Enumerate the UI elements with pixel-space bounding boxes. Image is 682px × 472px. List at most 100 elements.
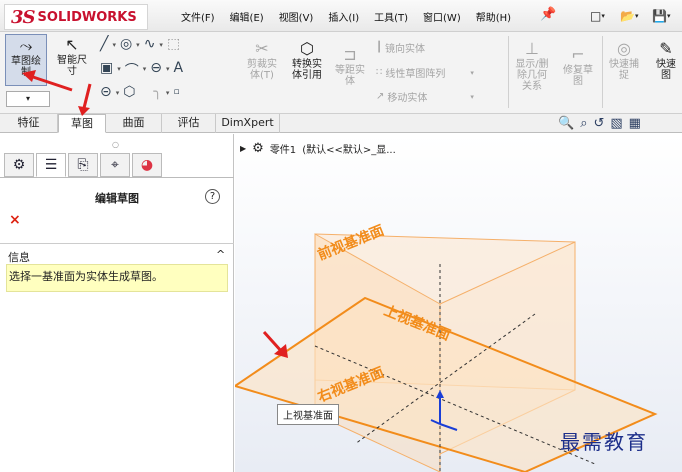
panel-grip-icon[interactable]: ○ [112, 140, 119, 149]
section-view-icon[interactable]: ▧ [610, 116, 622, 131]
close-icon[interactable]: × [9, 212, 21, 228]
logo-text: SOLIDWORKS [37, 9, 137, 25]
annotation-arrow-tab [78, 83, 92, 116]
ellipse-icon[interactable]: ⊖ [150, 60, 162, 80]
solidworks-logo[interactable]: 3S SOLIDWORKS [4, 4, 148, 30]
tab-evaluate[interactable]: 评估 [162, 114, 216, 133]
menu-insert[interactable]: 插入(I) [323, 9, 364, 24]
dimxpert-manager-tab[interactable]: ⌖ [100, 153, 130, 177]
point-icon[interactable]: ▫ [173, 87, 179, 100]
repair-label: 修复草 图 [563, 65, 593, 87]
plane-tooltip: 上视基准面 [277, 404, 339, 425]
move-entities-button[interactable]: ↗ 移动实体 ▾ [376, 89, 474, 104]
mirror-label: 镜向实体 [385, 44, 426, 55]
quick-view-label: 快速 图 [656, 59, 676, 81]
tab-dimxpert[interactable]: DimXpert [216, 114, 280, 133]
menu-tools[interactable]: 工具(T) [369, 9, 413, 24]
configuration-manager-tab[interactable]: ⎘ [68, 153, 98, 177]
trim-entities-button[interactable]: ✂ 剪裁实 体(T) [244, 40, 280, 82]
text-icon[interactable]: A [174, 60, 184, 80]
polygon-icon[interactable]: ⬡ [123, 84, 135, 100]
spline-icon[interactable]: ∿ [144, 36, 156, 52]
circle-icon[interactable]: ◎ [120, 36, 132, 52]
logo-mark: 3S [11, 6, 36, 28]
tab-surfaces[interactable]: 曲面 [106, 114, 162, 133]
mirror-icon: ┃ [376, 42, 383, 53]
command-manager-ribbon: ⤳ 草图绘 制 ↖ 智能尺 寸 ▾ ╱▾ ◎▾ ∿▾ ⬚ ▣▾ ⌒▾ ⊖▾ A … [0, 32, 682, 114]
display-delete-label: 显示/删 除几何 关系 [515, 59, 549, 92]
panel-divider [0, 177, 234, 178]
mirror-entities-button[interactable]: ┃ 镜向实体 [376, 40, 425, 55]
color-wheel-icon: ◕ [140, 157, 154, 173]
linear-pattern-dropdown-icon[interactable]: ▾ [470, 69, 474, 77]
expand-arrow-icon[interactable]: ▶ [240, 144, 246, 153]
line-icon[interactable]: ╱ [100, 36, 108, 52]
save-button[interactable]: 💾 ▾ [652, 6, 682, 26]
feature-tree-flyout[interactable]: ▶ ⚙ 零件1 (默认<<默认>_显... [240, 141, 396, 156]
rectangle-icon[interactable]: ▣ [100, 60, 113, 80]
offset-label: 等距实 体 [335, 65, 365, 87]
zoom-to-fit-icon[interactable]: 🔍 [558, 116, 574, 131]
sketch-tools-row-1: ╱ ▾ ◎ ▾ ∿ ▾ ⬚ [100, 36, 181, 52]
previous-view-icon[interactable]: ↺ [593, 116, 604, 131]
ribbon-separator [602, 36, 603, 108]
open-document-button[interactable]: 📂 ▾ [620, 6, 652, 26]
property-manager-tab[interactable]: ☰ [36, 153, 66, 177]
repair-sketch-button[interactable]: ⌐ 修复草 图 [560, 45, 596, 88]
offset-entities-button[interactable]: ⊐ 等距实 体 [332, 45, 368, 88]
convert-label: 转换实 体引用 [292, 59, 322, 81]
ribbon-separator [508, 36, 509, 108]
sketch-icon: ⤳ [19, 36, 33, 55]
arc-icon[interactable]: ⌒ [125, 60, 139, 80]
sketch-tools-row-3: ⊝ ▾ ⬡ ╮ ▾ ▫ [100, 84, 180, 100]
menu-view[interactable]: 视图(V) [274, 9, 319, 24]
feature-tree-icon: ⚙ [12, 157, 26, 173]
plane-grid-icon[interactable]: ⬚ [167, 36, 180, 52]
crosshair-icon: ⌖ [111, 157, 119, 173]
convert-icon: ⬡ [300, 39, 314, 58]
watermark: 最需教育 [560, 430, 648, 454]
new-document-button[interactable]: □ ▾ [590, 6, 622, 26]
menu-help[interactable]: 帮助(H) [471, 9, 516, 24]
info-divider [0, 243, 234, 244]
linear-pattern-button[interactable]: ∷ 线性草图阵列 ▾ [376, 65, 474, 80]
configuration-name: (默认<<默认>_显... [302, 145, 396, 156]
tab-features[interactable]: 特征 [0, 114, 58, 133]
trim-label: 剪裁实 体(T) [247, 59, 277, 81]
property-list-icon: ☰ [44, 157, 58, 173]
smart-dimension-icon: ↖ [65, 35, 79, 54]
move-dropdown-icon[interactable]: ▾ [470, 93, 474, 101]
part-icon: ⚙ [252, 141, 264, 156]
feature-manager-tab[interactable]: ⚙ [4, 153, 34, 177]
heads-up-view-toolbar: 🔍 ⌕ ↺ ▧ ▦ [558, 116, 641, 131]
menu-window[interactable]: 窗口(W) [418, 9, 466, 24]
pin-icon[interactable]: 📌 [540, 7, 556, 22]
fillet-icon[interactable]: ╮ [153, 84, 161, 100]
display-delete-relations-button[interactable]: ⊥ 显示/删 除几何 关系 [512, 39, 552, 93]
offset-icon: ⊐ [343, 45, 357, 64]
quick-snap-label: 快速捕 捉 [609, 59, 639, 81]
configuration-icon: ⎘ [77, 157, 89, 173]
help-icon[interactable]: ? [205, 189, 220, 204]
collapse-caret-icon[interactable]: ^ [216, 248, 225, 261]
part-name: 零件1 [269, 145, 297, 156]
rapid-sketch-icon: ✎ [659, 40, 673, 58]
property-manager-panel [0, 134, 234, 472]
title-bar: 3S SOLIDWORKS 文件(F) 编辑(E) 视图(V) 插入(I) 工具… [0, 0, 682, 32]
slot-icon[interactable]: ⊝ [100, 84, 112, 100]
repair-icon: ⌐ [571, 45, 585, 64]
panel-title: 编辑草图 [95, 192, 139, 205]
quick-snaps-button[interactable]: ◎ 快速捕 捉 [606, 40, 642, 82]
menu-file[interactable]: 文件(F) [176, 9, 220, 24]
relations-icon: ⊥ [525, 39, 539, 58]
view-orientation-icon[interactable]: ▦ [629, 116, 641, 131]
info-message: 选择一基准面为实体生成草图。 [6, 264, 228, 292]
menu-edit[interactable]: 编辑(E) [225, 9, 269, 24]
display-manager-tab[interactable]: ◕ [132, 153, 162, 177]
zoom-to-area-icon[interactable]: ⌕ [580, 116, 587, 131]
convert-entities-button[interactable]: ⬡ 转换实 体引用 [287, 39, 327, 82]
info-section-label: 信息 [8, 251, 30, 264]
manager-tabs: ⚙ ☰ ⎘ ⌖ ◕ [4, 153, 162, 177]
annotation-arrow-sketch [22, 70, 73, 92]
rapid-sketch-button[interactable]: ✎ 快速 图 [650, 40, 682, 81]
